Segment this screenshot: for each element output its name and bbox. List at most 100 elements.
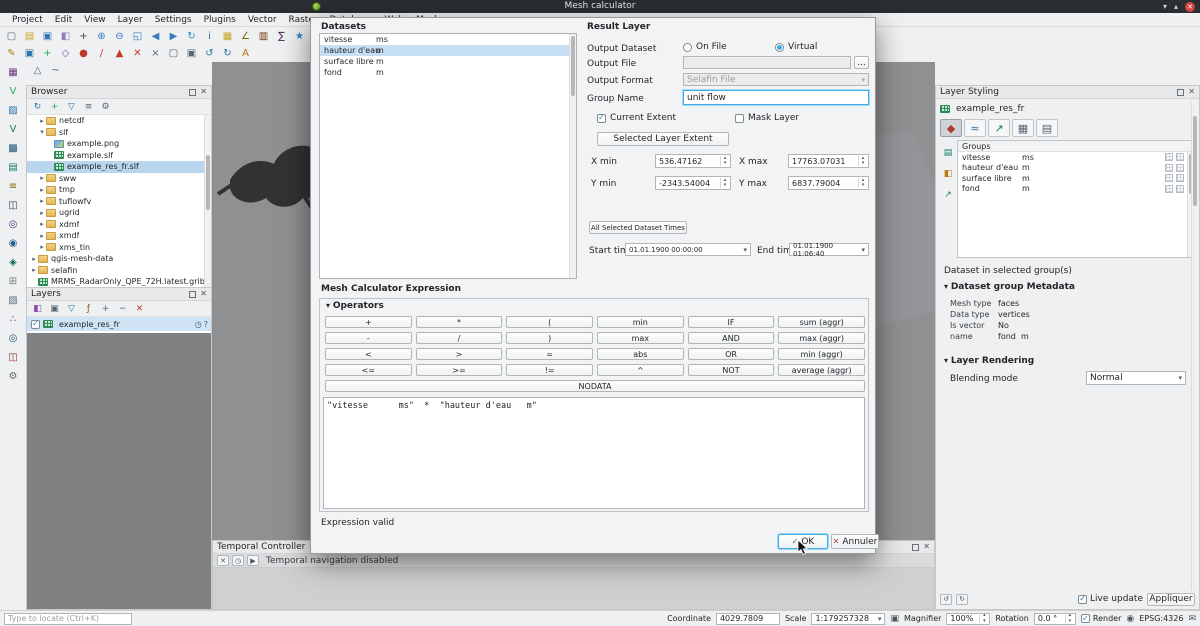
filter-legend-icon[interactable]: ▽ — [65, 302, 78, 315]
styling-scrollbar[interactable] — [1191, 102, 1198, 590]
browser-tree-item[interactable]: xmdf — [27, 230, 211, 242]
cancel-button[interactable]: ✕ Annuler — [831, 534, 879, 549]
add-polygon-icon[interactable]: ▲ — [112, 47, 127, 62]
add-spatialite-icon[interactable]: ◎ — [6, 217, 21, 232]
operator-button[interactable]: ( — [506, 316, 593, 328]
undo-icon[interactable]: ↺ — [202, 47, 217, 62]
style-manager-icon[interactable]: ◧ — [58, 29, 73, 44]
x-min-spinner[interactable]: 536.47162 — [655, 154, 731, 168]
expander-icon[interactable] — [38, 232, 46, 240]
add-vector-layer-icon[interactable]: V — [6, 122, 21, 137]
tracing-icon[interactable]: ~ — [48, 64, 63, 79]
browser-tree-item[interactable]: selafin — [27, 265, 211, 277]
project-new-icon[interactable]: ▢ — [4, 29, 19, 44]
browser-tree-item[interactable]: ugrid — [27, 207, 211, 219]
operator-button[interactable]: min — [597, 316, 684, 328]
float-panel-icon[interactable] — [189, 291, 196, 298]
operator-button[interactable]: > — [416, 348, 503, 360]
live-update-checkbox[interactable]: Live update — [1078, 594, 1143, 604]
float-panel-icon[interactable] — [1177, 89, 1184, 96]
all-dataset-times-button[interactable]: All Selected Dataset Times — [589, 221, 687, 234]
open-styling-panel-icon[interactable]: ◧ — [31, 302, 44, 315]
operator-button[interactable]: = — [506, 348, 593, 360]
close-panel-icon[interactable] — [200, 290, 207, 298]
operator-button[interactable]: IF — [688, 316, 775, 328]
expander-icon[interactable] — [38, 209, 46, 217]
locator-input[interactable] — [4, 613, 132, 625]
fixed-range-navigation-button[interactable]: ◷ — [232, 555, 244, 566]
operator-button[interactable]: NOT — [688, 364, 775, 376]
project-save-icon[interactable]: ▣ — [40, 29, 55, 44]
browser-tree-item[interactable]: example.slf — [27, 150, 211, 162]
menu-item[interactable]: Edit — [49, 15, 78, 25]
apply-button[interactable]: Appliquer — [1147, 593, 1195, 606]
add-xyz-icon[interactable]: ⊞ — [6, 274, 21, 289]
maximize-icon[interactable] — [1174, 3, 1178, 11]
dataset-group-row[interactable]: surface libre m — [958, 173, 1194, 184]
filter-expression-icon[interactable]: ƒ — [82, 302, 95, 315]
operator-button[interactable]: <= — [325, 364, 412, 376]
add-record-icon[interactable]: + — [40, 47, 55, 62]
add-delimited-text-icon[interactable]: ≡ — [6, 179, 21, 194]
vector-toggle-icon[interactable] — [1176, 174, 1184, 182]
scalar-dataset-icon[interactable]: ◧ — [942, 167, 955, 180]
browser-tree-item[interactable]: sww — [27, 173, 211, 185]
operator-button[interactable]: ^ — [597, 364, 684, 376]
add-point-cloud-icon[interactable]: ∴ — [6, 312, 21, 327]
add-line-icon[interactable]: / — [94, 47, 109, 62]
y-max-spinner[interactable]: 6837.79004 — [788, 176, 869, 190]
operator-button[interactable]: OR — [688, 348, 775, 360]
metadata-section-header[interactable]: Dataset group Metadata — [944, 282, 1075, 292]
messages-icon[interactable]: ✉ — [1188, 614, 1196, 624]
y-min-spinner[interactable]: -2343.54004 — [655, 176, 731, 190]
vector-toggle-icon[interactable] — [1176, 164, 1184, 172]
measure-icon[interactable]: ∠ — [238, 29, 253, 44]
browser-tree-item[interactable]: MRMS_RadarOnly_QPE_72H.latest.grib2 — [27, 276, 211, 288]
cut-features-icon[interactable]: × — [148, 47, 163, 62]
dataset-group-row[interactable]: hauteur d'eau m — [958, 163, 1194, 174]
mask-layer-checkbox[interactable]: Mask Layer — [735, 113, 799, 123]
operator-button[interactable]: abs — [597, 348, 684, 360]
blending-mode-select[interactable]: Normal — [1086, 371, 1186, 385]
browser-tree-item[interactable]: xdmf — [27, 219, 211, 231]
on-file-radio[interactable]: On File — [683, 42, 727, 52]
redo-icon[interactable]: ↻ — [220, 47, 235, 62]
filter-browser-icon[interactable]: ▽ — [65, 100, 78, 113]
expression-editor[interactable]: "vitesse ms" * "hauteur d'eau m" — [323, 397, 865, 509]
dataset-item[interactable]: fond m — [320, 67, 576, 78]
expander-icon[interactable] — [38, 186, 46, 194]
zoom-in-icon[interactable]: ⊕ — [94, 29, 109, 44]
add-vector-tile-icon[interactable]: ▧ — [6, 293, 21, 308]
menu-item[interactable]: Plugins — [198, 15, 242, 25]
operator-button[interactable]: min (aggr) — [778, 348, 865, 360]
layer-rendering-header[interactable]: Layer Rendering — [944, 356, 1034, 366]
expander-icon[interactable] — [38, 117, 46, 125]
expand-all-icon[interactable]: + — [99, 302, 112, 315]
pan-map-icon[interactable]: + — [76, 29, 91, 44]
operator-button[interactable]: >= — [416, 364, 503, 376]
project-open-icon[interactable]: ▤ — [22, 29, 37, 44]
dataset-group-row[interactable]: vitesse ms — [958, 152, 1194, 163]
vectors-tab-icon[interactable]: ↗ — [988, 119, 1010, 137]
expander-icon[interactable] — [38, 197, 46, 205]
render-checkbox[interactable]: Render — [1081, 614, 1121, 623]
paste-features-icon[interactable]: ▣ — [184, 47, 199, 62]
contour-toggle-icon[interactable] — [1165, 185, 1173, 193]
rotation-spinner[interactable]: 0.0 ° — [1034, 613, 1076, 625]
nodata-button[interactable]: NODATA — [325, 380, 865, 392]
end-time-select[interactable]: 01.01.1900 01:06:40 — [789, 243, 869, 256]
browser-tree-item[interactable]: tuflowfv — [27, 196, 211, 208]
contour-toggle-icon[interactable] — [1165, 164, 1173, 172]
virtual-radio[interactable]: Virtual — [775, 42, 817, 52]
browse-button[interactable]: ... — [854, 56, 869, 69]
add-wms-icon[interactable]: ◉ — [6, 236, 21, 251]
processing-toolbox-icon[interactable]: ⚙ — [6, 369, 21, 384]
add-raster-layer-icon[interactable]: ▩ — [6, 141, 21, 156]
animated-navigation-button[interactable]: ▶ — [247, 555, 259, 566]
contour-toggle-icon[interactable] — [1165, 153, 1173, 161]
zoom-full-icon[interactable]: ◱ — [130, 29, 145, 44]
refresh-map-icon[interactable]: ↻ — [184, 29, 199, 44]
expander-icon[interactable] — [38, 128, 46, 136]
current-extent-checkbox[interactable]: Current Extent — [597, 113, 676, 123]
operator-button[interactable]: AND — [688, 332, 775, 344]
